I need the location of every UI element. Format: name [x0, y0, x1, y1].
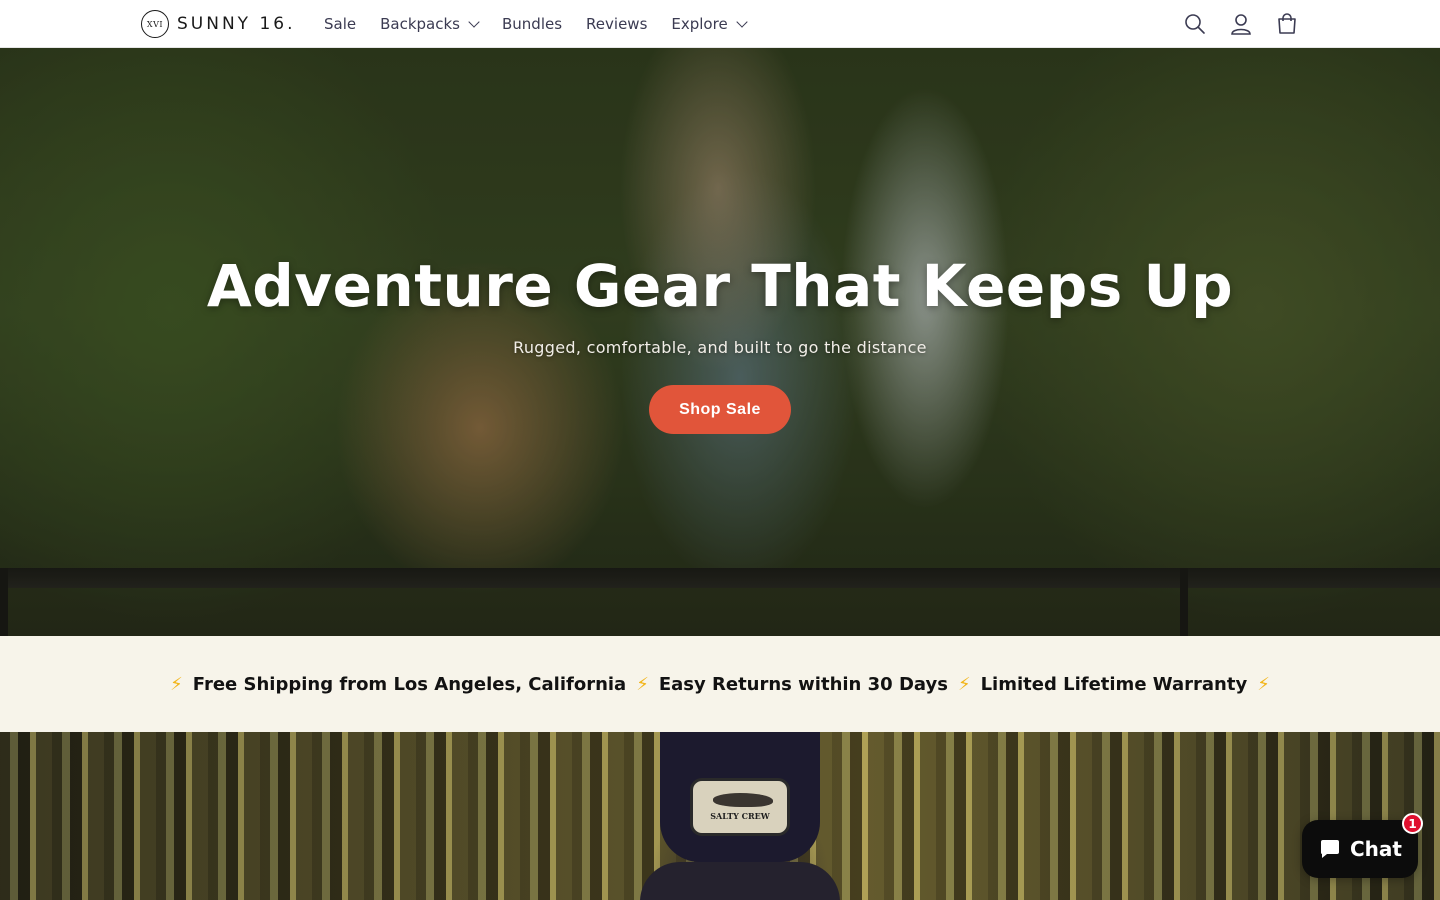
nav-item-explore[interactable]: Explore — [659, 0, 757, 48]
logo-mark: XVI — [141, 10, 169, 38]
lightning-icon: ⚡ — [957, 673, 971, 695]
lifestyle-image-section: SALTY CREW — [0, 732, 1440, 900]
nav-item-label: Backpacks — [380, 15, 460, 33]
patch-text: SALTY CREW — [710, 811, 770, 821]
hero-title: Adventure Gear That Keeps Up — [206, 252, 1234, 320]
search-icon[interactable] — [1182, 11, 1208, 37]
benefit-item: Limited Lifetime Warranty — [980, 673, 1248, 695]
nav-item-label: Sale — [324, 15, 357, 33]
benefit-item: Easy Returns within 30 Days — [658, 673, 948, 695]
logo-text: SUNNY 16. — [177, 14, 296, 34]
nav-item-label: Bundles — [502, 15, 563, 33]
cap-patch: SALTY CREW — [690, 778, 790, 836]
cap-image: SALTY CREW — [640, 732, 840, 900]
chevron-down-icon — [468, 16, 480, 28]
nav-item-backpacks[interactable]: Backpacks — [368, 0, 490, 48]
brand-logo[interactable]: XVI SUNNY 16. — [141, 9, 296, 39]
main-nav: Sale Backpacks Bundles Reviews Explore — [312, 0, 758, 48]
lightning-icon: ⚡ — [1257, 673, 1270, 695]
chat-button[interactable]: Chat — [1302, 820, 1418, 878]
site-header: XVI SUNNY 16. Sale Backpacks Bundles Rev… — [0, 0, 1440, 48]
hoodie — [640, 862, 840, 900]
chevron-down-icon — [736, 16, 748, 28]
hero-banner: Adventure Gear That Keeps Up Rugged, com… — [0, 48, 1440, 636]
header-actions — [1182, 0, 1300, 48]
nav-item-sale[interactable]: Sale — [312, 0, 368, 48]
benefit-item: Free Shipping from Los Angeles, Californ… — [192, 673, 627, 695]
hero-subtitle: Rugged, comfortable, and built to go the… — [513, 338, 927, 357]
nav-item-label: Explore — [671, 15, 728, 33]
chat-bubble-icon — [1321, 840, 1339, 858]
benefits-line: ⚡ Free Shipping from Los Angeles, Califo… — [170, 674, 1270, 695]
shop-sale-button[interactable]: Shop Sale — [649, 385, 791, 434]
chat-label: Chat — [1350, 837, 1402, 861]
lightning-icon: ⚡ — [170, 673, 183, 695]
chat-unread-badge: 1 — [1402, 813, 1423, 834]
lightning-icon: ⚡ — [636, 673, 649, 695]
cart-icon[interactable] — [1274, 11, 1300, 37]
account-icon[interactable] — [1228, 11, 1254, 37]
shark-logo-icon — [713, 793, 773, 807]
nav-item-reviews[interactable]: Reviews — [574, 0, 659, 48]
benefits-strip: ⚡ Free Shipping from Los Angeles, Califo… — [0, 636, 1440, 732]
nav-item-label: Reviews — [586, 15, 648, 33]
nav-item-bundles[interactable]: Bundles — [490, 0, 574, 48]
